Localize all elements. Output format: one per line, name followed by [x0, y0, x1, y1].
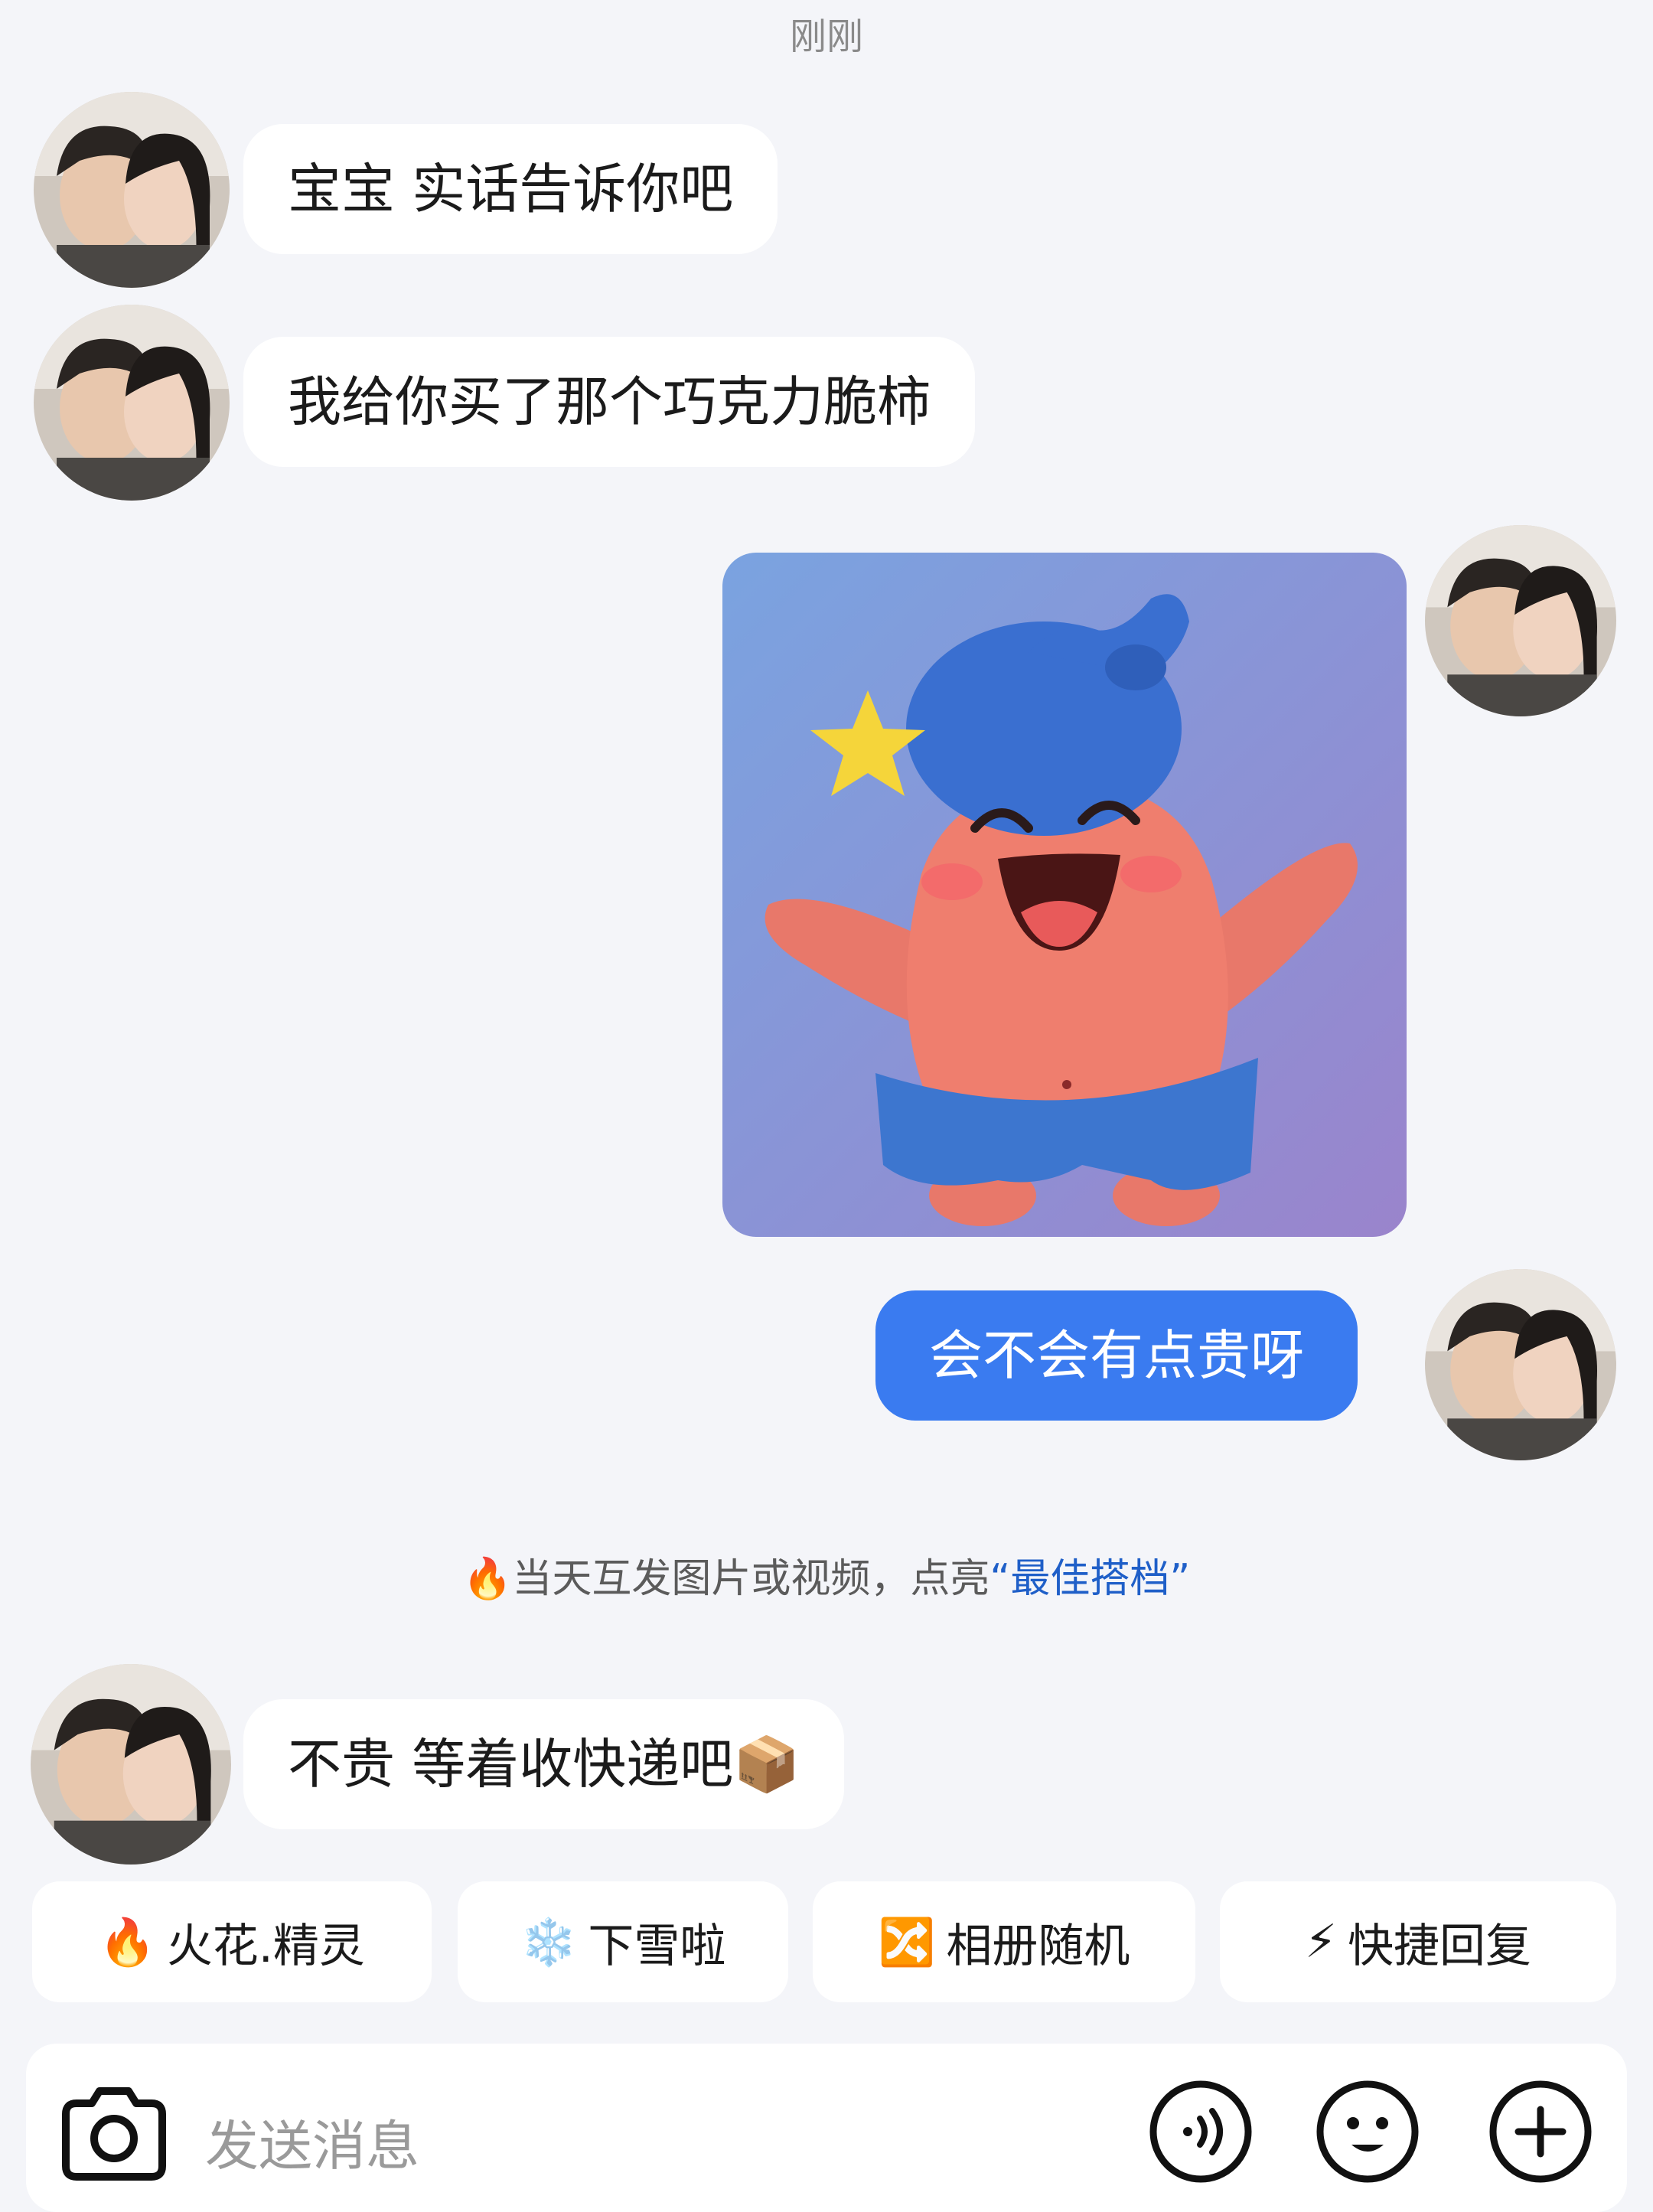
avatar-image	[1425, 1269, 1616, 1460]
avatar[interactable]	[1425, 525, 1616, 716]
avatar[interactable]	[34, 305, 230, 501]
notice-text: 🔥当天互发图片或视频，点亮	[462, 1556, 990, 1602]
fire-icon: 🔥	[99, 1915, 156, 1969]
best-partner-link[interactable]: “最佳搭档”	[990, 1556, 1190, 1602]
snowflake-icon: ❄️	[520, 1915, 578, 1969]
message-input[interactable]: 发送消息	[205, 2103, 419, 2181]
quick-action-label: 快捷回复	[1348, 1919, 1532, 1973]
lightning-bubble-icon: ⚡	[1304, 1915, 1338, 1969]
message-bubble[interactable]: 我给你买了那个巧克力脆柿	[243, 337, 975, 467]
quick-action-snow[interactable]: ❄️ 下雪啦	[458, 1881, 788, 2002]
quick-action-spark-sprite[interactable]: 🔥 火花.精灵	[32, 1881, 432, 2002]
avatar-image	[31, 1664, 231, 1865]
emoji-icon[interactable]	[1315, 2079, 1420, 2184]
quick-action-label: 相册随机	[946, 1919, 1130, 1973]
avatar[interactable]	[31, 1664, 231, 1865]
quick-action-album-random[interactable]: 🔀 相册随机	[813, 1881, 1195, 2002]
timestamp: 刚刚	[789, 15, 863, 58]
plus-icon[interactable]	[1488, 2079, 1593, 2184]
avatar[interactable]	[34, 92, 230, 288]
avatar-image	[34, 92, 230, 288]
camera-icon[interactable]	[57, 2083, 171, 2186]
shuffle-icon: 🔀	[878, 1915, 936, 1969]
voice-icon[interactable]	[1148, 2079, 1254, 2184]
avatar-image	[34, 305, 230, 501]
system-notice: 🔥当天互发图片或视频，点亮“最佳搭档”	[0, 1546, 1653, 1604]
avatar[interactable]	[1425, 1269, 1616, 1460]
quick-action-quick-reply[interactable]: ⚡ 快捷回复	[1220, 1881, 1616, 2002]
patrick-star-sticker	[722, 553, 1407, 1237]
quick-action-label: 下雪啦	[588, 1919, 726, 1973]
message-bubble[interactable]: 不贵 等着收快递吧📦	[243, 1699, 845, 1829]
avatar-image	[1425, 525, 1616, 716]
quick-action-label: 火花.精灵	[166, 1919, 365, 1973]
message-bubble[interactable]: 宝宝 实话告诉你吧	[243, 124, 778, 254]
sticker-image[interactable]	[722, 553, 1407, 1237]
message-bubble[interactable]: 会不会有点贵呀	[875, 1290, 1358, 1421]
